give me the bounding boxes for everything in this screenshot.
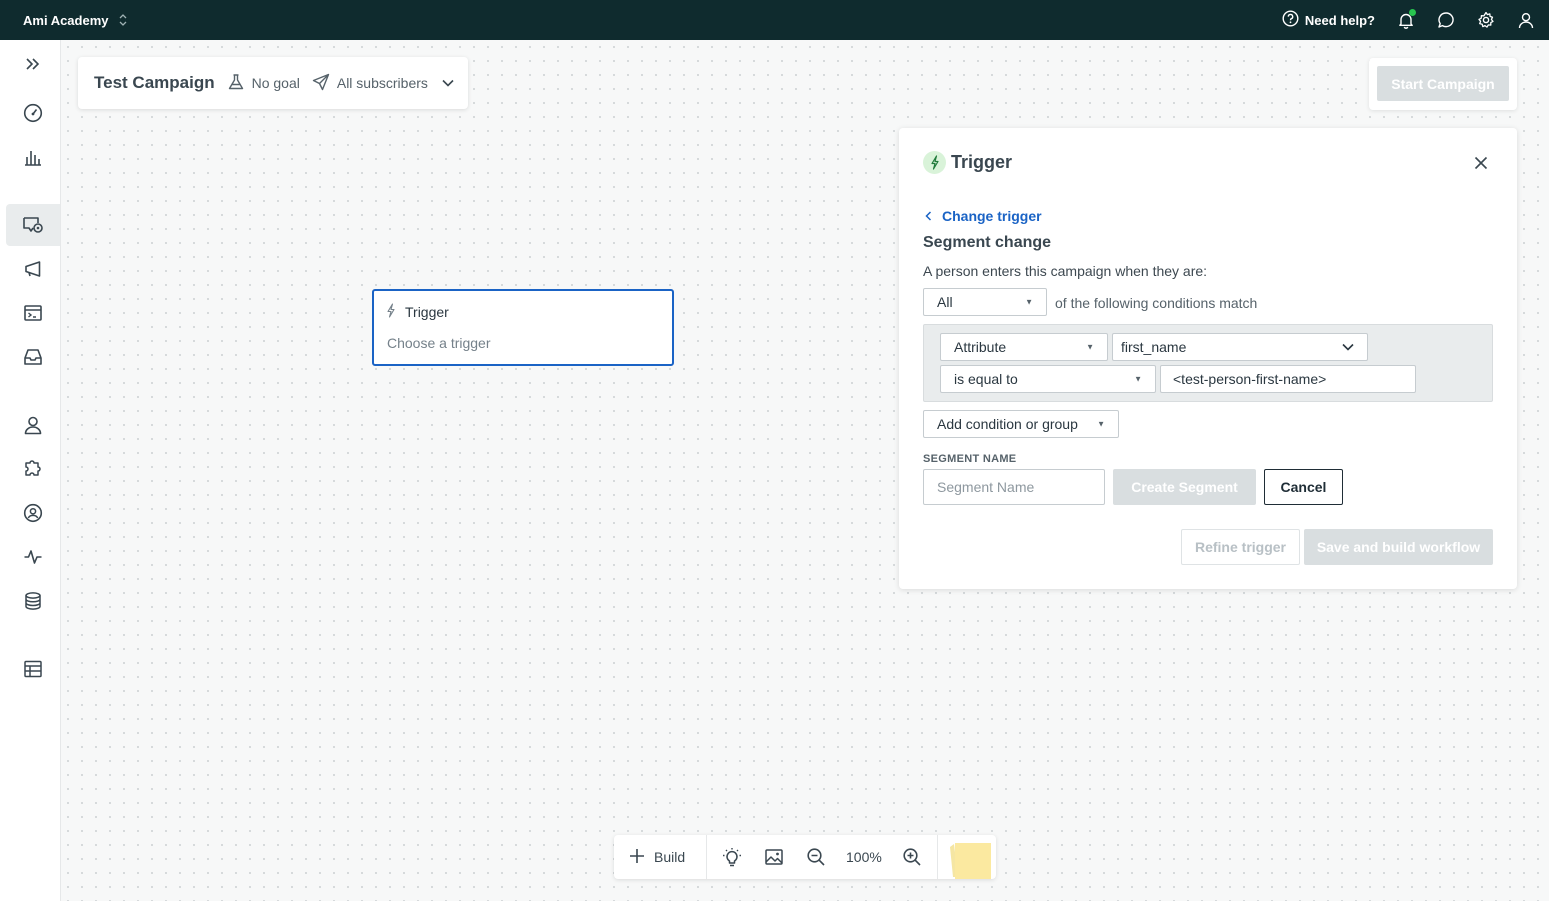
start-campaign-button[interactable]: Start Campaign: [1377, 66, 1509, 101]
caret-down-icon: ▼: [1134, 374, 1142, 384]
top-bar: Ami Academy Need help?: [0, 0, 1549, 40]
trigger-panel: Trigger Change trigger Segment change A …: [899, 128, 1517, 589]
match-suffix-text: of the following conditions match: [1055, 295, 1258, 311]
plus-icon: [628, 847, 646, 868]
trigger-node-subtitle: Choose a trigger: [387, 335, 491, 351]
chevron-down-icon: [441, 75, 455, 91]
people-person-icon[interactable]: [6, 404, 60, 446]
analytics-bar-chart-icon[interactable]: [6, 136, 60, 178]
close-icon[interactable]: [1471, 153, 1491, 173]
lightning-bolt-icon: [923, 151, 946, 174]
goal-label: No goal: [251, 75, 300, 91]
toolbar-divider: [937, 835, 938, 879]
reports-table-icon[interactable]: [6, 648, 60, 690]
attribute-name-select[interactable]: first_name: [1112, 333, 1368, 361]
lightbulb-icon[interactable]: [721, 846, 743, 868]
operator-value: is equal to: [954, 371, 1018, 387]
transactional-terminal-icon[interactable]: [6, 292, 60, 334]
build-button[interactable]: Build: [628, 835, 685, 879]
campaigns-icon[interactable]: [6, 204, 60, 246]
help-button[interactable]: Need help?: [1282, 10, 1375, 30]
cancel-button[interactable]: Cancel: [1264, 469, 1343, 505]
segment-name-input[interactable]: Segment Name: [923, 469, 1105, 505]
flask-icon: [227, 73, 245, 94]
sticky-note-icon[interactable]: [950, 841, 991, 879]
canvas-toolbar: Build 100%: [614, 835, 996, 879]
dashboard-gauge-icon[interactable]: [6, 92, 60, 134]
settings-gear-icon[interactable]: [1477, 11, 1495, 29]
refine-trigger-button[interactable]: Refine trigger: [1181, 529, 1300, 565]
chevron-down-icon: [1341, 339, 1355, 355]
campaign-title[interactable]: Test Campaign: [94, 73, 215, 93]
condition-value-text: <test-person-first-name>: [1173, 371, 1327, 387]
audience-selector[interactable]: All subscribers: [312, 73, 455, 94]
attribute-name-value: first_name: [1121, 339, 1187, 355]
notifications-icon[interactable]: [1397, 9, 1416, 29]
segments-user-circle-icon[interactable]: [6, 492, 60, 534]
send-paper-plane-icon: [312, 73, 330, 94]
inbox-tray-icon[interactable]: [6, 336, 60, 378]
toolbar-divider: [706, 835, 707, 879]
match-all-select[interactable]: All ▼: [923, 288, 1047, 316]
zoom-in-icon[interactable]: [901, 846, 923, 868]
trigger-description: A person enters this campaign when they …: [923, 263, 1208, 279]
activity-pulse-icon[interactable]: [6, 536, 60, 578]
goal-selector[interactable]: No goal: [227, 73, 300, 94]
panel-title: Trigger: [951, 152, 1013, 172]
condition-value-input[interactable]: <test-person-first-name>: [1160, 365, 1416, 393]
integrations-puzzle-icon[interactable]: [6, 448, 60, 490]
build-label: Build: [654, 849, 686, 865]
trigger-node-title: Trigger: [405, 304, 449, 320]
chat-icon[interactable]: [1437, 11, 1455, 29]
caret-down-icon: ▼: [1086, 342, 1094, 352]
caret-down-icon: ▼: [1097, 419, 1105, 429]
panel-header: Trigger: [923, 151, 1012, 174]
workspace-name: Ami Academy: [23, 12, 109, 28]
zoom-out-icon[interactable]: [805, 846, 827, 868]
segment-change-heading: Segment change: [923, 234, 1052, 251]
trigger-node[interactable]: Trigger Choose a trigger: [372, 289, 674, 366]
add-condition-label: Add condition or group: [937, 416, 1078, 432]
create-segment-button[interactable]: Create Segment: [1113, 469, 1256, 505]
chevron-left-icon: [925, 208, 932, 224]
condition-type-select[interactable]: Attribute ▼: [940, 333, 1108, 361]
add-condition-dropdown[interactable]: Add condition or group ▼: [923, 410, 1119, 438]
data-database-icon[interactable]: [6, 580, 60, 622]
change-trigger-link[interactable]: Change trigger: [925, 208, 1042, 224]
lightning-bolt-icon: [386, 303, 396, 321]
condition-type-value: Attribute: [954, 339, 1007, 355]
left-sidebar: [0, 40, 61, 901]
audience-label: All subscribers: [336, 75, 428, 91]
user-profile-icon[interactable]: [1517, 11, 1535, 29]
segment-name-label: SEGMENT NAME: [923, 453, 1017, 465]
help-label: Need help?: [1304, 12, 1375, 28]
broadcasts-megaphone-icon[interactable]: [6, 248, 60, 290]
match-all-value: All: [937, 294, 953, 310]
segment-name-placeholder: Segment Name: [937, 479, 1035, 495]
campaign-header-card: Test Campaign No goal All subscribers: [78, 57, 468, 109]
expand-sidebar-icon[interactable]: [6, 43, 60, 85]
start-campaign-wrap: Start Campaign: [1369, 58, 1517, 110]
help-icon: [1282, 10, 1299, 30]
trigger-node-header: Trigger: [386, 303, 449, 321]
chevron-updown-icon: [119, 13, 127, 27]
caret-down-icon: ▼: [1025, 297, 1033, 307]
workspace-switcher[interactable]: Ami Academy: [23, 13, 127, 28]
zoom-level: 100%: [846, 849, 882, 865]
operator-select[interactable]: is equal to ▼: [940, 365, 1156, 393]
notification-dot: [1409, 9, 1416, 16]
change-trigger-label: Change trigger: [942, 208, 1042, 224]
save-and-build-button[interactable]: Save and build workflow: [1304, 529, 1493, 565]
image-icon[interactable]: [763, 846, 785, 868]
condition-group: Attribute ▼ first_name is equal to ▼ <te…: [923, 324, 1493, 402]
